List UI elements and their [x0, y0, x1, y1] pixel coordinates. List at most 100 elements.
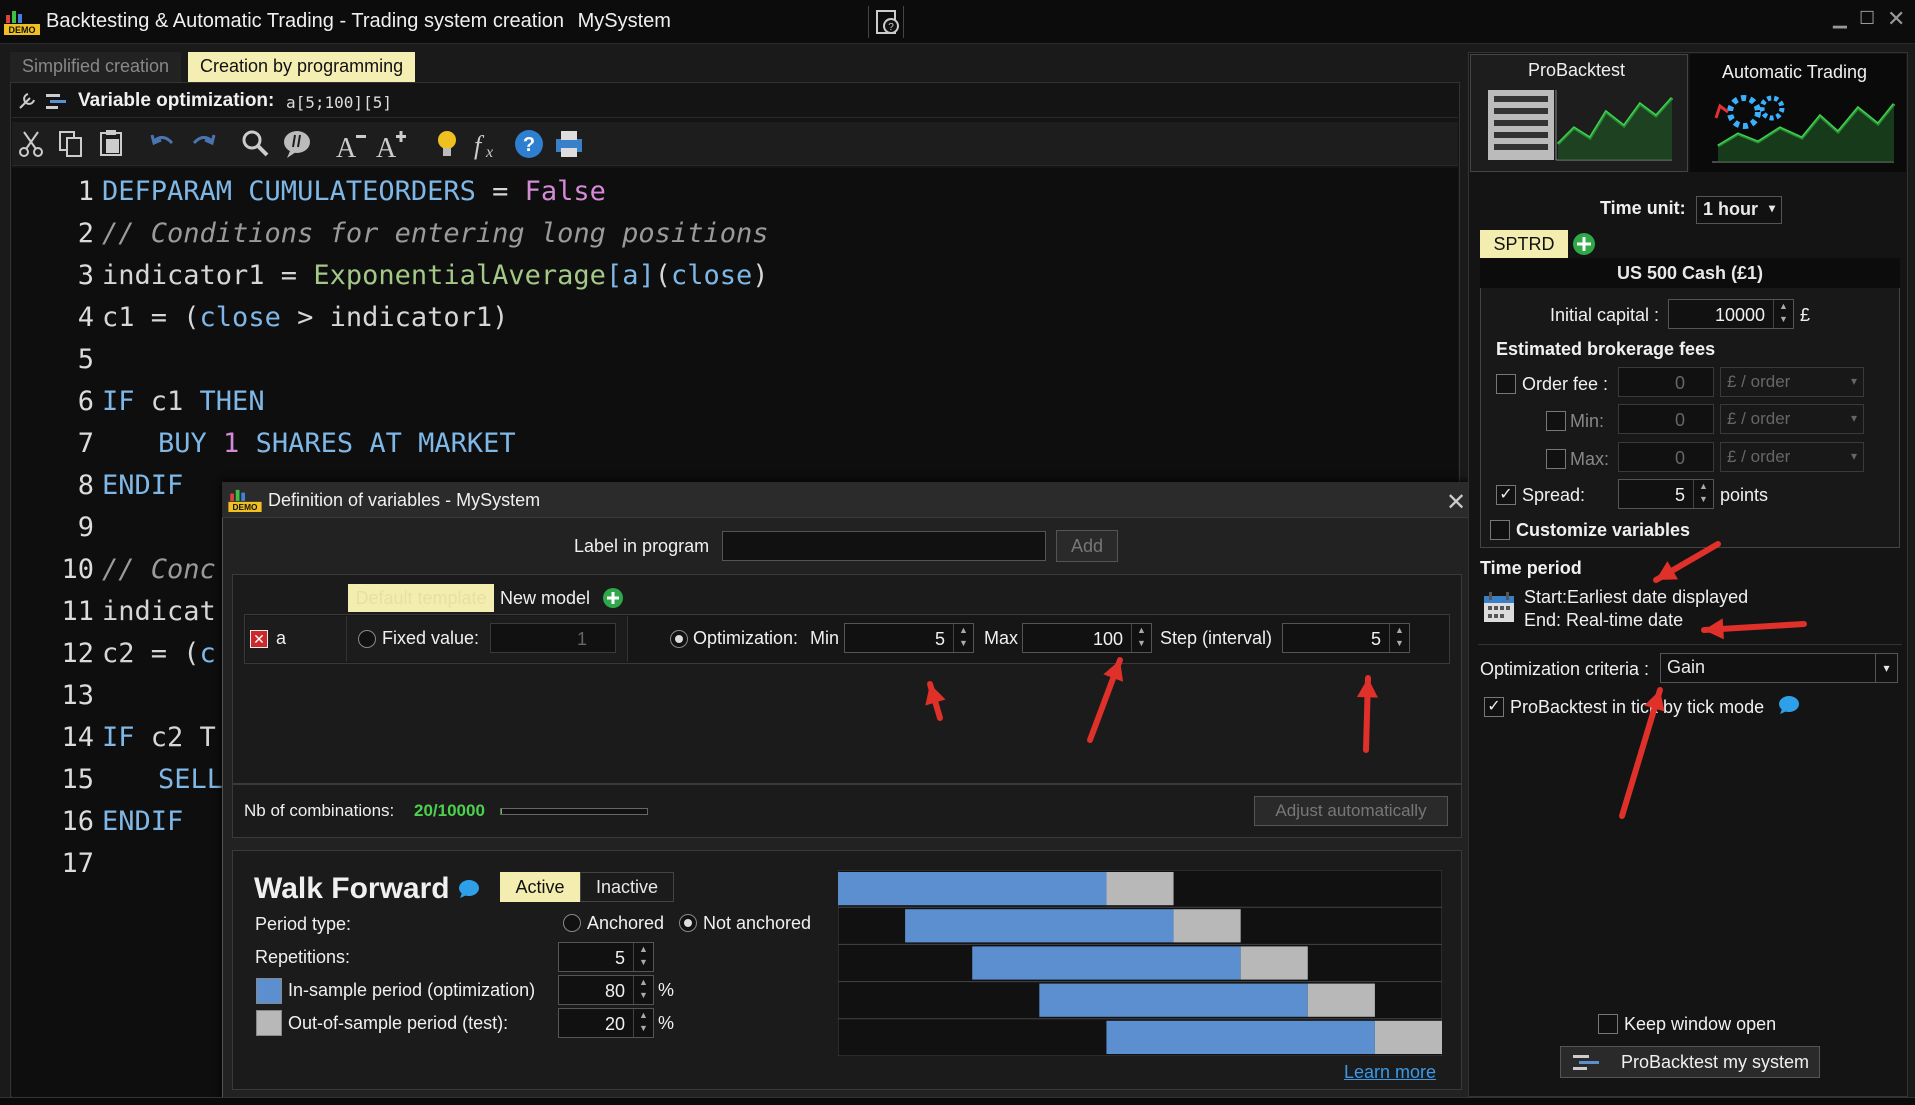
paste-icon[interactable] [94, 127, 128, 161]
walk-forward-out-sample-bar [1173, 909, 1241, 943]
copy-icon[interactable] [54, 127, 88, 161]
delete-variable-icon[interactable]: ✕ [250, 630, 268, 648]
calendar-icon[interactable] [1482, 590, 1516, 624]
walk-forward-out-sample-bar [1240, 946, 1308, 980]
tick-mode-info-icon[interactable] [1778, 695, 1800, 715]
help-icon[interactable]: ? [512, 127, 546, 161]
combinations-value: 20/10000 [414, 801, 485, 820]
add-ticker-icon[interactable] [1572, 232, 1596, 256]
tab-creation-by-programming[interactable]: Creation by programming [188, 52, 416, 82]
keep-window-open-checkbox[interactable] [1598, 1014, 1618, 1034]
out-sample-spinner[interactable]: ▲ ▼ [633, 1009, 653, 1037]
close-window-icon[interactable]: ✕ [1887, 6, 1905, 32]
customize-variables-label: Customize variables [1516, 520, 1691, 540]
line-number: 13 [61, 680, 94, 711]
max-fee-input[interactable] [1618, 442, 1714, 472]
order-fee-checkbox[interactable] [1496, 374, 1516, 394]
status-strip [0, 1097, 1915, 1105]
max-spinner[interactable]: ▲ ▼ [1131, 624, 1151, 652]
tab-automatic-trading-label: Automatic Trading [1722, 62, 1868, 82]
min-fee-checkbox[interactable] [1546, 411, 1566, 431]
time-unit-select[interactable]: 1 hour ▾ [1696, 196, 1782, 224]
optimization-criteria-select[interactable]: Gain ▾ [1660, 653, 1898, 683]
window-controls: ▁ ☐ ✕ [1827, 6, 1915, 32]
order-fee-label: Order fee : [1522, 374, 1609, 394]
default-template-tab[interactable]: Default template [348, 584, 494, 612]
svg-text:A: A [336, 133, 357, 161]
max-label: Max [984, 628, 1019, 648]
max-fee-unit-select[interactable]: £ / order ▾ [1720, 442, 1864, 472]
help-doc-button[interactable]: ? [868, 6, 904, 38]
repetitions-spinner[interactable]: ▲ ▼ [633, 943, 653, 971]
probacktest-my-system-button[interactable]: ProBacktest my system [1560, 1046, 1820, 1078]
in-sample-percent: % [658, 980, 675, 1000]
comment-icon[interactable] [280, 127, 314, 161]
not-anchored-radio[interactable] [679, 914, 697, 932]
dialog-close-icon[interactable]: ✕ [1446, 488, 1466, 517]
walk-forward-inactive-toggle[interactable]: Inactive [580, 872, 674, 902]
fixed-value-radio[interactable] [358, 630, 376, 648]
order-fee-input[interactable] [1618, 367, 1714, 397]
divider [1478, 644, 1902, 645]
code-line-3: indicator1 = ExponentialAverage[a](close… [102, 260, 769, 291]
ticker-tab[interactable]: SPTRD [1480, 230, 1568, 258]
add-button[interactable]: Add [1056, 530, 1118, 562]
line-number: 9 [77, 512, 94, 543]
code-line-10: // Conc [102, 554, 216, 585]
lightbulb-icon[interactable] [430, 127, 464, 161]
redo-icon[interactable] [186, 127, 220, 161]
label-in-program-label: Label in program [574, 536, 710, 556]
minimize-icon[interactable]: ▁ [1833, 8, 1847, 29]
customize-variables-checkbox[interactable] [1490, 520, 1510, 540]
fixed-value-input[interactable] [490, 623, 616, 653]
code-line-15: SELL [158, 764, 224, 795]
walk-forward-info-icon[interactable] [458, 879, 480, 899]
anchored-radio[interactable] [563, 914, 581, 932]
order-fee-unit: £ / order [1727, 372, 1791, 391]
search-icon[interactable] [238, 127, 272, 161]
min-fee-unit-select[interactable]: £ / order ▾ [1720, 404, 1864, 434]
wrench-icon[interactable] [16, 88, 72, 114]
undo-icon[interactable] [146, 127, 180, 161]
in-sample-label: In-sample period (optimization) [288, 980, 536, 1000]
optimization-radio[interactable] [670, 630, 688, 648]
spread-spinner[interactable]: ▲ ▼ [1693, 480, 1713, 508]
add-model-icon[interactable] [602, 587, 624, 609]
combinations-progress [500, 808, 648, 815]
print-icon[interactable] [552, 127, 586, 161]
min-spinner[interactable]: ▲ ▼ [953, 624, 973, 652]
maximize-icon[interactable]: ☐ [1859, 8, 1875, 29]
walk-forward-active-toggle[interactable]: Active [500, 872, 580, 902]
in-sample-spinner[interactable]: ▲ ▼ [633, 976, 653, 1004]
max-fee-checkbox[interactable] [1546, 449, 1566, 469]
help-doc-icon: ? [876, 10, 899, 34]
initial-capital-spinner[interactable]: ▲ ▼ [1773, 300, 1793, 328]
line-number: 4 [77, 302, 94, 333]
line-number: 5 [77, 344, 94, 375]
cut-icon[interactable] [14, 127, 48, 161]
line-number: 14 [61, 722, 94, 753]
line-number: 10 [61, 554, 94, 585]
tab-simplified-creation[interactable]: Simplified creation [10, 52, 182, 82]
svg-text:A: A [376, 133, 397, 161]
currency-label: £ [1800, 305, 1811, 325]
increase-font-icon[interactable]: A [374, 127, 408, 161]
code-line-16: ENDIF [102, 806, 184, 837]
adjust-automatically-button[interactable]: Adjust automatically [1254, 796, 1448, 826]
decrease-font-icon[interactable]: A [334, 127, 368, 161]
time-period-title: Time period [1480, 558, 1582, 578]
step-spinner[interactable]: ▲ ▼ [1389, 624, 1409, 652]
learn-more-link[interactable]: Learn more [1344, 1062, 1436, 1083]
line-number: 2 [77, 218, 94, 249]
period-type-label: Period type: [255, 914, 352, 934]
tick-mode-checkbox[interactable]: ✓ [1484, 697, 1504, 717]
new-model-tab[interactable]: New model [500, 588, 590, 609]
spread-checkbox[interactable]: ✓ [1496, 485, 1516, 505]
label-in-program-input[interactable] [722, 531, 1046, 561]
code-line-6: IF c1 THEN [102, 386, 265, 417]
order-fee-unit-select[interactable]: £ / order ▾ [1720, 367, 1864, 397]
min-fee-input[interactable] [1618, 404, 1714, 434]
brokerage-title: Estimated brokerage fees [1496, 339, 1716, 359]
function-icon[interactable]: fx [470, 127, 504, 161]
combinations-label: Nb of combinations: [244, 801, 395, 820]
